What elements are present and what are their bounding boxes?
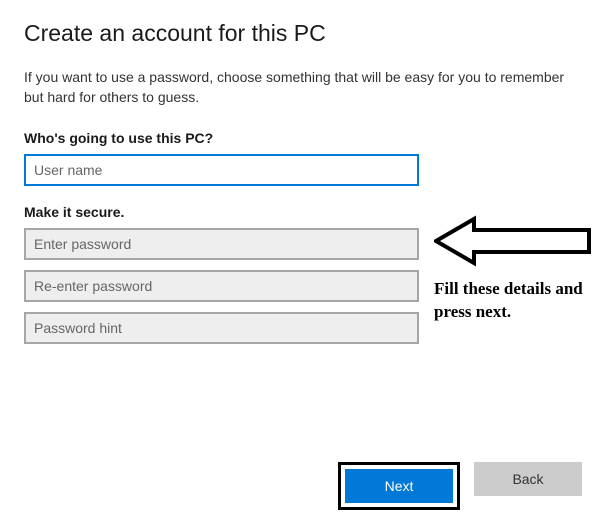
page-title: Create an account for this PC	[24, 20, 578, 47]
intro-text: If you want to use a password, choose so…	[24, 67, 578, 108]
account-setup-page: Create an account for this PC If you wan…	[0, 0, 602, 382]
who-section: Who's going to use this PC?	[24, 130, 578, 186]
username-input[interactable]	[24, 154, 419, 186]
password-input[interactable]	[24, 228, 419, 260]
password-hint-input[interactable]	[24, 312, 419, 344]
who-label: Who's going to use this PC?	[24, 130, 578, 146]
password-confirm-input[interactable]	[24, 270, 419, 302]
next-button-highlight: Next	[338, 462, 460, 510]
footer-buttons: Next Back	[338, 462, 582, 510]
secure-label: Make it secure.	[24, 204, 578, 220]
back-button[interactable]: Back	[474, 462, 582, 496]
annotation-text: Fill these details and press next.	[434, 278, 594, 324]
next-button[interactable]: Next	[345, 469, 453, 503]
